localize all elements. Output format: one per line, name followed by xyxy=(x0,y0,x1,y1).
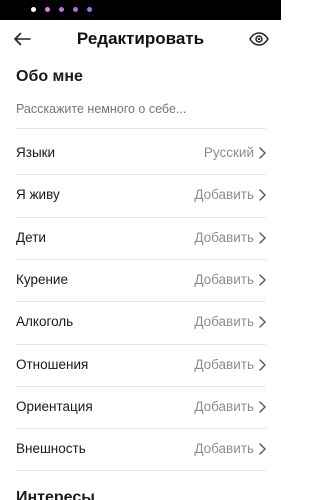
status-dots xyxy=(31,7,92,12)
field-value: Добавить xyxy=(194,271,254,287)
chevron-right-icon xyxy=(259,401,266,413)
chevron-right-icon xyxy=(259,316,266,328)
visibility-button[interactable] xyxy=(247,27,271,51)
divider xyxy=(16,470,266,471)
field-value: Добавить xyxy=(194,187,254,203)
field-label: Внешность xyxy=(16,441,86,457)
field-value: Добавить xyxy=(194,229,254,245)
field-label: Курение xyxy=(16,271,68,287)
status-dot xyxy=(45,7,50,12)
field-label: Алкоголь xyxy=(16,314,74,330)
status-dot xyxy=(87,7,92,12)
field-value: Добавить xyxy=(194,356,254,372)
profile-field-row[interactable]: Я живу Добавить xyxy=(16,175,266,215)
divider xyxy=(16,128,266,129)
header: Редактировать xyxy=(0,20,281,58)
chevron-right-icon xyxy=(259,443,266,455)
status-dot xyxy=(73,7,78,12)
field-label: Языки xyxy=(16,145,56,160)
page-title: Редактировать xyxy=(76,29,205,48)
status-dot xyxy=(31,7,36,12)
chevron-right-icon xyxy=(259,274,266,286)
eye-icon xyxy=(249,32,269,46)
interests-section-title: Интересы xyxy=(16,489,95,500)
status-bar xyxy=(0,0,281,20)
profile-field-row[interactable]: Отношения Добавить xyxy=(16,345,266,385)
profile-field-row[interactable]: Алкоголь Добавить xyxy=(16,302,266,342)
chevron-right-icon xyxy=(259,189,266,201)
field-value: Добавить xyxy=(194,314,254,330)
profile-field-row[interactable]: Внешность Добавить xyxy=(16,429,266,469)
field-label: Дети xyxy=(16,229,46,245)
field-label: Ориентация xyxy=(16,398,93,414)
profile-field-row[interactable]: Курение Добавить xyxy=(16,260,266,300)
chevron-right-icon xyxy=(259,358,266,371)
about-input[interactable] xyxy=(16,100,266,118)
profile-field-row[interactable]: Языки Русский xyxy=(16,133,266,173)
about-section-title: Обо мне xyxy=(16,68,83,85)
profile-field-row[interactable]: Дети Добавить xyxy=(16,218,266,258)
field-value: Добавить xyxy=(194,441,254,457)
field-label: Отношения xyxy=(16,356,89,372)
field-label: Я живу xyxy=(16,187,60,203)
chevron-right-icon xyxy=(259,231,266,244)
status-dot xyxy=(59,7,64,12)
field-value: Русский xyxy=(203,145,254,160)
profile-field-row[interactable]: Ориентация Добавить xyxy=(16,387,266,427)
field-value: Добавить xyxy=(194,398,254,414)
chevron-right-icon xyxy=(259,147,266,159)
